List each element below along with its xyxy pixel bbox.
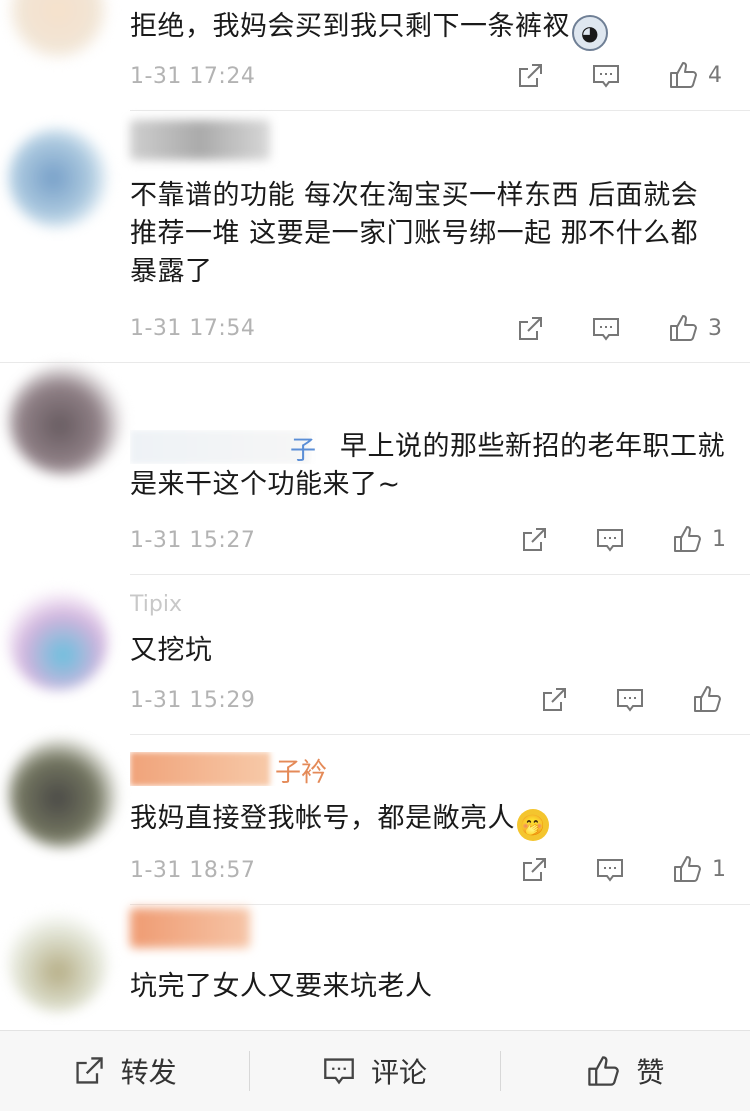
comment-text: 不靠谱的功能 每次在淘宝买一样东西 后面就会推荐一堆 这要是一家门账号绑一起 那… bbox=[130, 180, 699, 287]
comment-time: 1-31 15:29 bbox=[130, 688, 256, 713]
like-button[interactable]: 4 bbox=[668, 60, 722, 90]
share-icon bbox=[76, 1057, 103, 1084]
repost-button[interactable]: 转发 bbox=[0, 1031, 249, 1111]
thumbs-up-icon bbox=[694, 686, 721, 712]
divider bbox=[130, 110, 750, 111]
like-count: 4 bbox=[708, 62, 722, 88]
reply-button[interactable] bbox=[592, 315, 620, 343]
like-button[interactable]: 1 bbox=[672, 854, 726, 884]
like-button[interactable]: 赞 bbox=[501, 1031, 750, 1111]
share-button[interactable] bbox=[520, 526, 548, 554]
thinking-emoji-icon: 🤭 bbox=[517, 809, 549, 841]
comment-text: 又挖坑 bbox=[130, 635, 213, 666]
like-count: 1 bbox=[712, 526, 726, 552]
like-label: 赞 bbox=[636, 1056, 665, 1089]
avatar[interactable] bbox=[8, 128, 108, 228]
comment-text: 早上说的那些新招的老年职工就是来干这个功能来了~ bbox=[130, 431, 725, 500]
share-button[interactable] bbox=[516, 62, 544, 90]
like-button[interactable] bbox=[692, 684, 722, 714]
comment-icon bbox=[617, 689, 643, 712]
like-count: 1 bbox=[712, 856, 726, 882]
comment-time: 1-31 17:54 bbox=[130, 316, 256, 341]
thumbs-up-icon bbox=[670, 315, 697, 341]
comment-time: 1-31 18:57 bbox=[130, 858, 256, 883]
comment-text: 我妈直接登我帐号，都是敞亮人 🤭 bbox=[130, 800, 730, 841]
thumbs-up-icon bbox=[670, 62, 697, 88]
husky-emoji-icon: ◕ bbox=[572, 15, 608, 51]
repost-label: 转发 bbox=[120, 1056, 177, 1089]
comment-time: 1-31 15:27 bbox=[130, 528, 256, 553]
avatar[interactable] bbox=[8, 738, 118, 848]
reply-button[interactable] bbox=[616, 686, 644, 714]
comment-label: 评论 bbox=[370, 1056, 427, 1089]
avatar[interactable] bbox=[8, 590, 108, 690]
share-icon bbox=[543, 688, 566, 711]
comment-text: 拒绝，我妈会买到我只剩下一条裤衩 ◕ bbox=[130, 8, 730, 51]
comment-icon bbox=[597, 859, 623, 882]
username: Tipix bbox=[130, 592, 182, 617]
divider bbox=[130, 574, 750, 575]
share-button[interactable] bbox=[540, 686, 568, 714]
comment-time: 1-31 17:24 bbox=[130, 64, 256, 89]
reply-button[interactable] bbox=[592, 62, 620, 90]
comment-icon bbox=[324, 1058, 354, 1085]
blurred-username bbox=[130, 908, 250, 948]
avatar[interactable] bbox=[8, 912, 108, 1012]
divider bbox=[130, 904, 750, 905]
share-icon bbox=[523, 858, 546, 881]
like-button[interactable]: 1 bbox=[672, 524, 726, 554]
comment-icon bbox=[597, 529, 623, 552]
bottom-action-bar: 转发 评论 赞 bbox=[0, 1030, 750, 1111]
username: 子衿 bbox=[130, 752, 350, 786]
share-icon bbox=[519, 317, 542, 340]
reply-button[interactable] bbox=[596, 526, 624, 554]
comment-text: 坑完了女人又要来坑老人 bbox=[130, 971, 433, 1002]
comment-icon bbox=[593, 318, 619, 341]
like-count: 3 bbox=[708, 315, 722, 341]
thumbs-up-icon bbox=[588, 1056, 620, 1086]
share-button[interactable] bbox=[516, 315, 544, 343]
share-icon bbox=[519, 64, 542, 87]
avatar[interactable] bbox=[8, 365, 123, 475]
divider bbox=[0, 362, 750, 363]
thumbs-up-icon bbox=[674, 856, 701, 882]
blurred-username bbox=[130, 120, 270, 160]
comment-icon bbox=[593, 65, 619, 88]
blurred-username bbox=[130, 752, 270, 786]
reply-button[interactable] bbox=[596, 856, 624, 884]
share-button[interactable] bbox=[520, 856, 548, 884]
avatar[interactable] bbox=[8, 0, 108, 60]
like-button[interactable]: 3 bbox=[668, 313, 722, 343]
divider bbox=[130, 734, 750, 735]
share-icon bbox=[523, 528, 546, 551]
thumbs-up-icon bbox=[674, 526, 701, 552]
comment-button[interactable]: 评论 bbox=[250, 1031, 499, 1111]
